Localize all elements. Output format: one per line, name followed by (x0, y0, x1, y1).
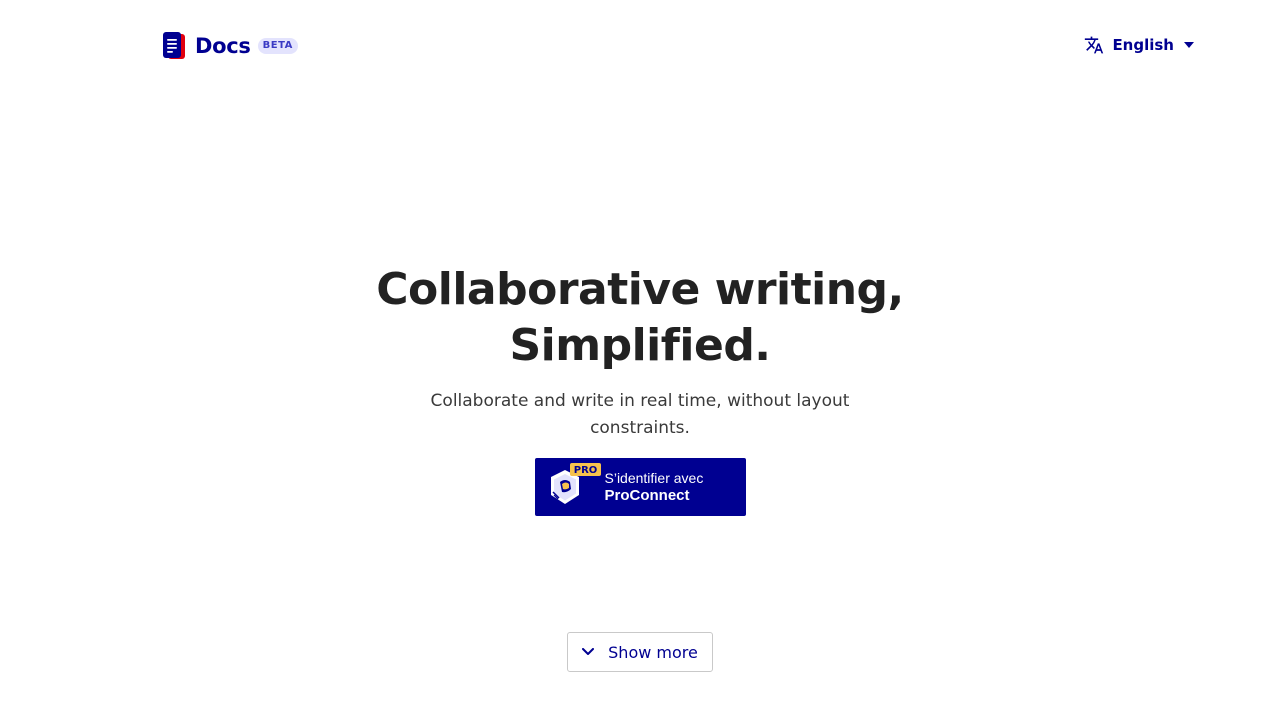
proconnect-line2: ProConnect (604, 487, 690, 504)
brand-name: Docs (195, 34, 251, 58)
proconnect-logo-icon: PRO (550, 463, 601, 504)
proconnect-text: S’identifier avec ProConnect (605, 469, 704, 505)
caret-down-icon (1184, 42, 1194, 48)
hero-section: Collaborative writing, Simplified. Colla… (0, 262, 1280, 520)
chevron-down-icon (582, 648, 595, 655)
proconnect-line1: S’identifier avec (604, 470, 704, 486)
show-more-label: Show more (608, 642, 698, 662)
pro-badge: PRO (573, 465, 597, 476)
docs-logo-icon (163, 32, 185, 59)
beta-badge: BETA (257, 38, 298, 54)
translate-icon (1085, 36, 1104, 54)
hero-subtitle: Collaborate and write in real time, with… (430, 391, 850, 438)
show-more-button[interactable]: Show more (567, 632, 713, 672)
language-label: English (1112, 36, 1174, 54)
language-selector[interactable]: English (1084, 33, 1194, 57)
page: Docs BETA English Collaborative writing,… (0, 0, 1280, 720)
header: Docs BETA English (0, 0, 1280, 90)
brand-home-link[interactable]: Docs BETA (161, 30, 298, 62)
proconnect-login-button[interactable]: PRO S’identifier avec ProConnect (534, 458, 746, 516)
hero-title: Collaborative writing, Simplified. (376, 264, 904, 371)
